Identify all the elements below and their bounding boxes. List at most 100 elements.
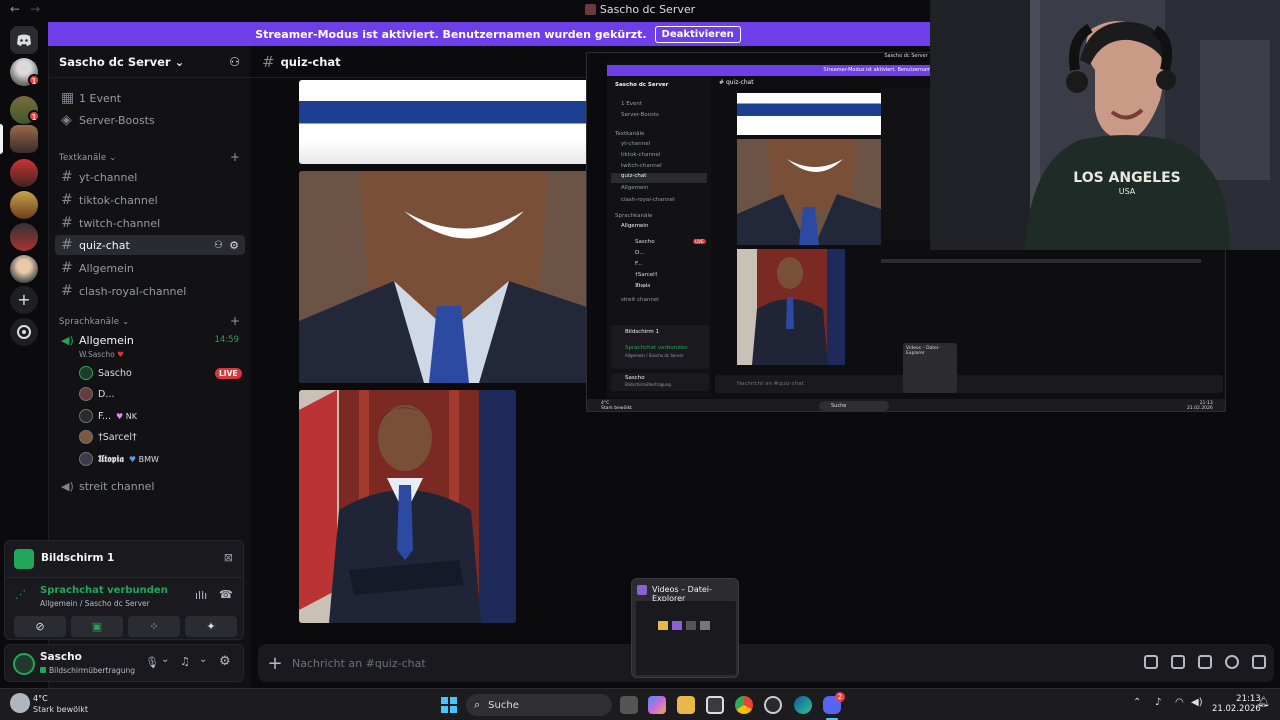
gift-icon[interactable] xyxy=(1144,655,1158,669)
sidebar-item-events[interactable]: ▦ 1 Event xyxy=(55,88,245,108)
server-avatar-sascho[interactable] xyxy=(10,125,38,153)
copilot-icon[interactable] xyxy=(648,696,666,714)
server-avatar-real-legends[interactable] xyxy=(10,191,38,219)
window-title-text: Sascho dc Server xyxy=(599,3,696,16)
activities-button[interactable]: ⁘ xyxy=(128,616,180,637)
clock[interactable]: 21:13 21.02.2026 xyxy=(1212,694,1261,714)
channel-quiz-chat[interactable]: # quiz-chat ⚇ ⚙ xyxy=(55,235,245,255)
category-voice-channels[interactable]: Sprachkanäle ⌄ xyxy=(59,317,129,327)
stop-stream-icon[interactable]: ⊠ xyxy=(224,551,233,564)
channel-label: quiz-chat xyxy=(79,238,130,252)
gif-icon[interactable] xyxy=(1171,655,1185,669)
task-view-icon[interactable] xyxy=(620,696,638,714)
voice-channel-streit[interactable]: ◀) streit channel xyxy=(55,476,245,496)
voice-user[interactable]: D... xyxy=(79,385,114,403)
banner-text: Streamer-Modus ist aktiviert. Benutzerna… xyxy=(255,27,647,41)
hash-icon: # xyxy=(262,52,275,71)
search-label: Suche xyxy=(488,699,519,711)
nested-portrait-closeup xyxy=(737,139,881,245)
nested-banner: Streamer-Modus ist aktiviert. Benutzerna… xyxy=(607,65,947,76)
boost-icon: ◈ xyxy=(61,112,72,128)
portrait-image[interactable] xyxy=(299,390,516,623)
channel-clash-royal[interactable]: # clash-royal-channel xyxy=(55,281,245,301)
channel-tiktok[interactable]: # tiktok-channel xyxy=(55,190,245,210)
weather-temp: 4°C xyxy=(33,694,48,703)
calendar-icon: ▦ xyxy=(61,90,75,106)
thumbnail-preview xyxy=(636,601,736,675)
notification-bell-icon[interactable]: 🔔︎ xyxy=(1257,697,1270,708)
app-icon[interactable] xyxy=(764,696,782,714)
store-icon[interactable] xyxy=(706,696,724,714)
channel-label: Allgemein xyxy=(79,261,134,275)
voice-channel-label: Allgemein xyxy=(79,333,134,347)
channel-label: tiktok-channel xyxy=(79,193,158,207)
deactivate-button[interactable]: Deaktivieren xyxy=(654,25,741,43)
nested-taskbar: 4°C Stark bewölkt Suche 21:13 21.02.2026 xyxy=(587,399,1225,411)
boosts-label: Server-Boosts xyxy=(79,113,155,127)
emoji-icon[interactable] xyxy=(1225,655,1239,669)
avatar[interactable] xyxy=(13,653,35,675)
file-explorer-icon[interactable] xyxy=(677,696,695,714)
sidebar-item-boosts[interactable]: ◈ Server-Boosts xyxy=(55,110,245,130)
notification-badge: 1 xyxy=(28,74,40,86)
window-thumbnail[interactable]: Videos – Datei-Explorer xyxy=(631,578,739,678)
add-voice-channel-icon[interactable]: + xyxy=(230,314,240,328)
taskbar-search[interactable]: ⌕ Suche xyxy=(466,694,612,716)
server-avatar-4[interactable] xyxy=(10,159,38,187)
portrait-closeup-image[interactable] xyxy=(299,171,599,383)
server-avatar-7[interactable] xyxy=(10,255,38,283)
channel-yt[interactable]: # yt-channel xyxy=(55,167,245,187)
shirt-subtext: USA xyxy=(1119,187,1136,196)
nested-portrait xyxy=(737,249,845,365)
server-avatar-6[interactable] xyxy=(10,223,38,251)
edge-icon[interactable] xyxy=(794,696,812,714)
apps-icon[interactable] xyxy=(1252,655,1266,669)
chevron-up-icon[interactable]: ⌃ xyxy=(1133,697,1141,708)
windows-start-icon[interactable] xyxy=(440,696,458,714)
soundboard-button[interactable]: ✦ xyxy=(185,616,237,637)
chevron-down-icon[interactable]: ⌄ xyxy=(199,654,207,665)
chrome-icon[interactable] xyxy=(735,696,753,714)
chevron-down-icon[interactable]: ⌄ xyxy=(161,654,169,665)
voice-user[interactable]: Sascho xyxy=(79,364,132,382)
nested-flag-image xyxy=(737,93,881,135)
channel-allgemein[interactable]: # Allgemein xyxy=(55,258,245,278)
weather-icon[interactable] xyxy=(10,693,30,713)
noise-suppression-icon[interactable]: ıllı xyxy=(195,589,207,602)
category-text-channels[interactable]: Textkanäle ⌄ xyxy=(59,153,117,163)
volume-icon[interactable]: ◀) xyxy=(1191,697,1203,708)
headphones-icon[interactable]: ♫ xyxy=(180,655,190,668)
discord-home-icon[interactable] xyxy=(10,26,38,54)
screen-icon xyxy=(14,549,34,569)
message-input[interactable]: Nachricht an #quiz-chat xyxy=(292,657,426,670)
add-server-icon[interactable]: + xyxy=(10,286,38,314)
disconnect-icon[interactable]: ☎ xyxy=(219,588,233,601)
gear-icon[interactable]: ⚙ xyxy=(229,239,239,252)
channel-twitch[interactable]: # twitch-channel xyxy=(55,213,245,233)
camera-off-button[interactable]: ⊘ xyxy=(14,616,66,637)
settings-gear-icon[interactable]: ⚙ xyxy=(219,654,231,669)
microphone-icon[interactable]: 🎙︎ xyxy=(145,656,159,669)
voice-channel-allgemein[interactable]: ◀) Allgemein 14:59 xyxy=(55,330,245,350)
wifi-icon[interactable]: ◠ xyxy=(1175,697,1184,708)
server-header[interactable]: Sascho dc Server ⌄ ⚇ xyxy=(49,46,250,78)
shirt-text: LOS ANGELES xyxy=(1073,170,1180,186)
channel-label: twitch-channel xyxy=(79,216,161,230)
flag-image[interactable] xyxy=(299,80,599,164)
microphone-tray-icon[interactable]: ♪ xyxy=(1155,697,1161,708)
invite-people-icon[interactable]: ⚇ xyxy=(229,55,240,69)
share-screen-button[interactable]: ▣ xyxy=(71,616,123,637)
channel-title: quiz-chat xyxy=(280,54,341,69)
add-attachment-icon[interactable]: + xyxy=(258,653,292,674)
explore-icon[interactable] xyxy=(10,318,38,346)
voice-user[interactable]: 𝖀𝖙𝖔𝖕𝖎𝖆 ♥ BMW xyxy=(79,450,159,468)
invite-icon[interactable]: ⚇ xyxy=(214,240,223,251)
voice-user[interactable]: F... ♥ NK xyxy=(79,407,137,425)
nested-sidebar: Sascho dc Server 1 Event Server-Boosts T… xyxy=(607,77,711,397)
voice-user[interactable]: †Sarcel† xyxy=(79,428,137,446)
voice-location[interactable]: Allgemein / Sascho dc Server xyxy=(40,599,150,608)
webcam-overlay: LOS ANGELES USA xyxy=(930,0,1280,250)
user-panel: Sascho Bildschirmübertragung 🎙︎ ⌄ ♫ ⌄ ⚙ xyxy=(4,644,244,682)
add-text-channel-icon[interactable]: + xyxy=(230,150,240,164)
sticker-icon[interactable] xyxy=(1198,655,1212,669)
